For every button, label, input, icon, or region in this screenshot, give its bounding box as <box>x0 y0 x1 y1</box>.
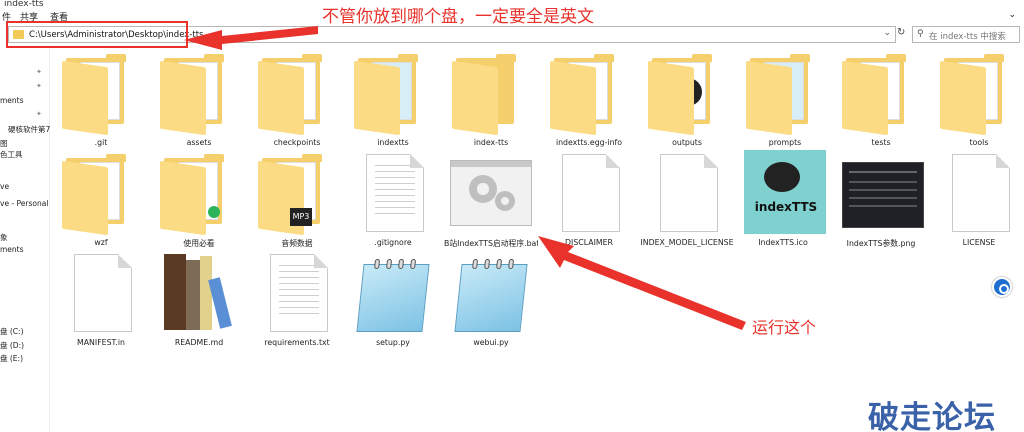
annotation-run-this: 运行这个 <box>752 318 817 337</box>
arrow-to-address <box>184 26 318 50</box>
watermark: 破走论坛 <box>868 400 996 432</box>
annotation-arrows <box>184 26 746 330</box>
annotation-english-path: 不管你放到哪个盘，一定要全是英文 <box>322 7 594 27</box>
floating-chat-icon[interactable] <box>992 277 1012 297</box>
arrow-to-bat <box>538 236 746 330</box>
